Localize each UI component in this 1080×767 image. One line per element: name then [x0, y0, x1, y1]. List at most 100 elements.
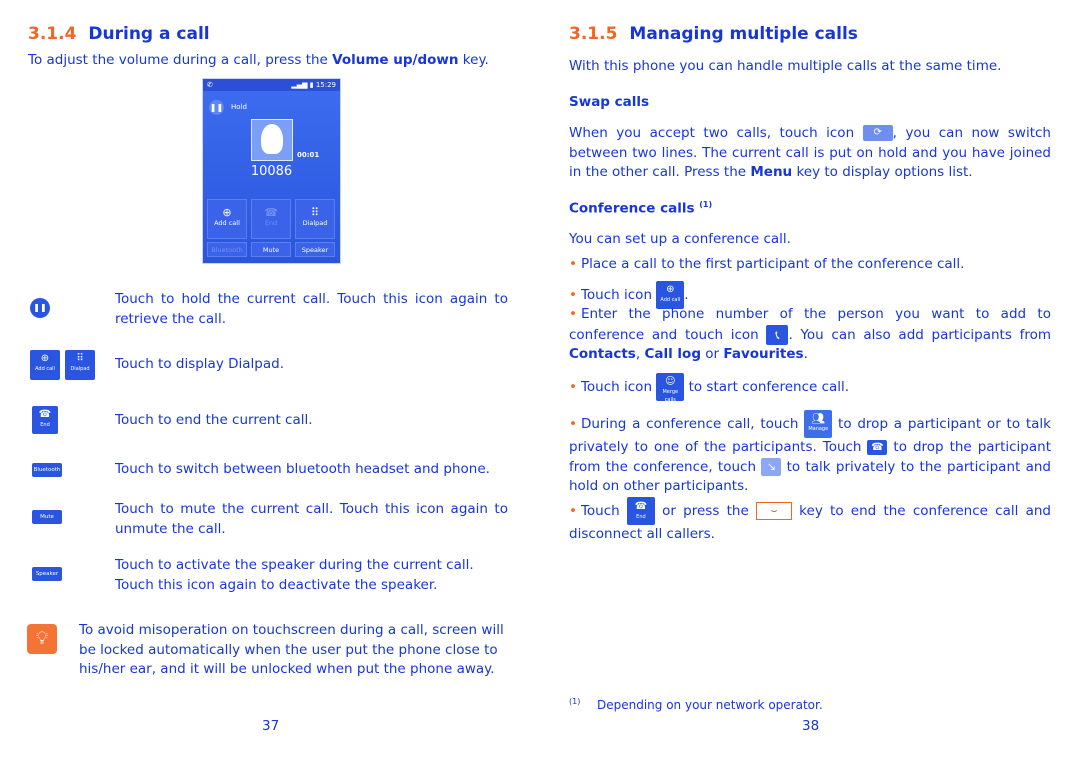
mute-description: Touch to mute the current call. Touch th… — [115, 501, 508, 537]
hold-icon: ❚❚ — [30, 298, 50, 318]
footnote-reference: (1) — [699, 200, 713, 209]
phone-icon: ✆ — [207, 81, 213, 89]
add-call-icon: ⊕ Add call — [30, 350, 60, 380]
favourites-label: Favourites — [723, 346, 804, 362]
bullet: • — [569, 287, 577, 303]
signal-icon: ▂▄▆ — [291, 81, 308, 89]
page-number-right: 38 — [802, 718, 820, 734]
dialpad-icon: ⠿ — [310, 206, 320, 219]
manage-icon-label: Manage — [808, 426, 829, 432]
merge-calls-icon: ☺ Merge calls — [656, 373, 685, 403]
conference-heading-text: Conference calls — [569, 200, 695, 217]
step-text: Touch icon — [580, 379, 657, 395]
pause-icon: ❚❚ — [209, 100, 224, 115]
plus-circle-icon: ⊕ — [40, 353, 50, 364]
phone-call-screenshot: ✆ ▂▄▆ ▮ 15:29 ❚❚ Hold 00:01 10086 ⊕ Add c… — [202, 78, 341, 264]
conference-step-6: • Touch ☎ End or press the ⌣ key to end th… — [569, 497, 1051, 545]
end-key-icon: ⌣ — [755, 502, 792, 520]
plus-circle-icon: ⊕ — [222, 206, 232, 219]
battery-icon: ▮ — [309, 81, 314, 89]
phone-end-button: ☎ End — [251, 199, 291, 239]
hangup-icon: ☎ — [867, 439, 888, 455]
section-heading-multiple-calls: 3.1.5 Managing multiple calls — [569, 24, 858, 44]
swap-calls-text: When you accept two calls, touch icon ⟳,… — [569, 124, 1051, 183]
end-description: Touch to end the current call. — [115, 412, 313, 428]
swap-icon: ⟳ — [862, 125, 893, 141]
step-text-end: to start conference call. — [684, 379, 850, 395]
speaker-description: Touch to activate the speaker during the… — [115, 557, 474, 593]
merge-icon-label: Merge calls — [662, 389, 679, 403]
end-icon-label: End — [40, 422, 50, 428]
conference-step-4: • Touch icon ☺ Merge calls to start confer… — [569, 373, 850, 403]
step-text: Touch — [580, 503, 627, 519]
phone-mute-button: Mute — [251, 242, 291, 257]
end-call-icon: ☎ End — [626, 497, 655, 525]
phone-speaker-button: Speaker — [295, 242, 335, 257]
step-text: During a conference call, touch — [580, 416, 805, 432]
menu-key-label: Menu — [750, 164, 793, 180]
dialpad-icon-label: Dialpad — [70, 366, 90, 372]
volume-intro: To adjust the volume during a call, pres… — [28, 51, 518, 71]
call-log-label: Call log — [644, 346, 701, 362]
section-title: During a call — [88, 24, 210, 44]
phone-dialpad-button: ⠿ Dialpad — [295, 199, 335, 239]
end-icon-label: End — [636, 514, 646, 520]
bullet: • — [569, 379, 577, 395]
dialpad-description: Touch to display Dialpad. — [115, 356, 284, 372]
person-silhouette-icon — [261, 124, 283, 154]
bullet: • — [569, 256, 577, 272]
volume-key-label: Volume up/down — [332, 52, 459, 68]
multiple-calls-intro: With this phone you can handle multiple … — [569, 58, 1002, 74]
footnote-mark: (1) — [569, 697, 581, 706]
step-text: Touch icon — [580, 287, 657, 303]
conference-step-3: • Enter the phone number of the person yo… — [569, 305, 1051, 365]
conference-calls-heading: Conference calls (1) — [569, 200, 712, 217]
manage-icon: 👥︎ Manage — [804, 410, 833, 438]
bullet: • — [569, 306, 577, 322]
intro-text: To adjust the volume during a call, pres… — [28, 52, 333, 68]
swap-text-1: When you accept two calls, touch icon — [569, 125, 863, 141]
hangup-icon: ☎ — [264, 206, 278, 219]
end-label: End — [264, 219, 278, 227]
caller-number: 10086 — [250, 164, 293, 179]
add-call-label: Add call — [214, 219, 240, 227]
split-call-icon: ↘ — [761, 457, 782, 476]
speaker-icon: Speaker — [32, 567, 62, 581]
conference-step-1: • Place a call to the first participant o… — [569, 255, 964, 275]
step-text-b: or press the — [654, 503, 756, 519]
period: . — [803, 346, 808, 362]
call-timer: 00:01 — [297, 151, 320, 159]
bullet: • — [569, 503, 577, 519]
step-text: Place a call to the first participant of… — [580, 256, 965, 272]
page-number-left: 37 — [262, 718, 280, 734]
dialpad-icon: ⠿ Dialpad — [65, 350, 95, 380]
add-call-icon-label: Add call — [660, 297, 681, 303]
add-call-icon-label: Add call — [35, 366, 55, 372]
phone-add-call-button: ⊕ Add call — [207, 199, 247, 239]
step-text-end: . — [684, 287, 689, 303]
bluetooth-description: Touch to switch between bluetooth headse… — [115, 461, 490, 477]
status-time: 15:29 — [315, 81, 336, 89]
status-bar: ✆ ▂▄▆ ▮ 15:29 — [203, 79, 340, 91]
plus-circle-icon: ⊕ — [666, 284, 675, 295]
end-call-icon: ☎ End — [32, 406, 58, 434]
swap-calls-heading: Swap calls — [569, 94, 650, 110]
step-text-mid: . You can also add participants from — [788, 326, 1051, 343]
phone-call-icon: 📞︎ — [766, 324, 789, 345]
mute-icon: Mute — [32, 510, 62, 524]
dialpad-label: Dialpad — [302, 219, 328, 227]
section-heading-during-call: 3.1.4 During a call — [28, 24, 210, 44]
conference-step-5: • During a conference call, touch 👥︎ Manag… — [569, 410, 1051, 497]
footnote-text: Depending on your network operator. — [597, 698, 823, 712]
section-title: Managing multiple calls — [629, 24, 858, 44]
hold-description: Touch to hold the current call. Touch th… — [115, 291, 508, 327]
contacts-label: Contacts — [569, 346, 636, 362]
intro-text-end: key. — [458, 52, 489, 68]
hangup-icon: ☎ — [38, 409, 52, 420]
contact-avatar — [251, 119, 293, 161]
merge-person-icon: ☺ — [665, 376, 676, 387]
section-number: 3.1.5 — [569, 24, 618, 44]
bluetooth-icon: Bluetooth — [32, 463, 62, 477]
hangup-icon: ☎ — [634, 501, 648, 512]
swap-text-3: key to display options list. — [792, 164, 973, 180]
